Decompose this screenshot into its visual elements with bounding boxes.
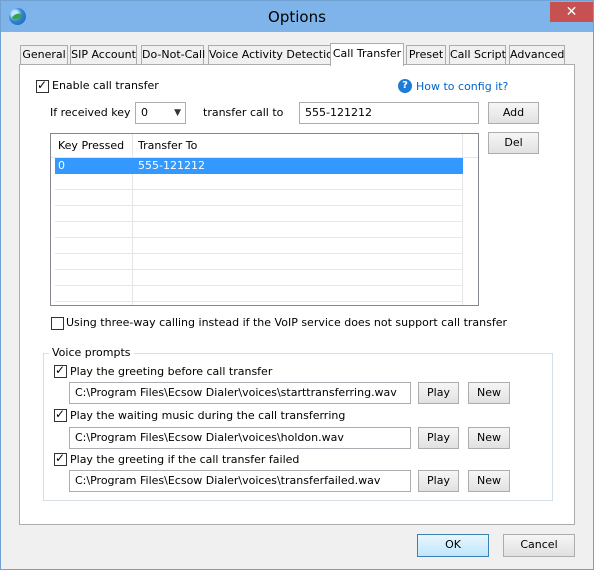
call-transfer-panel: Enable call transfer ? How to config it?…	[19, 64, 575, 525]
greeting-before-path-input[interactable]: C:\Program Files\Ecsow Dialer\voices\sta…	[69, 382, 411, 404]
greeting-before-checkbox[interactable]	[54, 363, 67, 378]
empty-row	[55, 190, 463, 206]
three-way-checkbox[interactable]	[51, 317, 64, 330]
waiting-music-checkbox[interactable]	[54, 407, 67, 422]
received-key-select[interactable]: 0 ▼	[135, 102, 186, 124]
empty-row	[55, 254, 463, 270]
play-button[interactable]: Play	[418, 382, 459, 404]
ok-button[interactable]: OK	[417, 534, 489, 557]
del-button[interactable]: Del	[488, 132, 539, 154]
transfer-failed-checkbox[interactable]	[54, 451, 67, 466]
tab-advanced[interactable]: Advanced	[509, 45, 565, 64]
row-key: 0	[58, 159, 65, 172]
tab-voice-activity-detection[interactable]: Voice Activity Detection	[208, 45, 340, 64]
options-window: Options ✕ General SIP Account Do-Not-Cal…	[0, 0, 594, 570]
waiting-music-path-input[interactable]: C:\Program Files\Ecsow Dialer\voices\hol…	[69, 427, 411, 449]
row-transfer-to: 555-121212	[138, 159, 205, 172]
empty-row	[55, 174, 463, 190]
window-title: Options	[268, 8, 326, 26]
empty-row	[55, 238, 463, 254]
transfer-failed-path-input[interactable]: C:\Program Files\Ecsow Dialer\voices\tra…	[69, 470, 411, 492]
new-button[interactable]: New	[468, 382, 510, 404]
empty-row	[55, 222, 463, 238]
close-button[interactable]: ✕	[550, 2, 593, 22]
list-header: Key Pressed Transfer To	[51, 134, 478, 158]
new-button[interactable]: New	[468, 470, 510, 492]
tab-general[interactable]: General	[20, 45, 68, 64]
waiting-music-label: Play the waiting music during the call t…	[70, 409, 346, 422]
transfer-to-input[interactable]: 555-121212	[299, 102, 479, 124]
enable-transfer-label: Enable call transfer	[52, 79, 159, 92]
add-button[interactable]: Add	[488, 102, 539, 124]
help-icon[interactable]: ?	[398, 79, 412, 93]
column-header-key-pressed[interactable]: Key Pressed	[58, 139, 124, 152]
tab-preset[interactable]: Preset	[406, 45, 446, 64]
voice-prompts-label: Voice prompts	[49, 346, 134, 359]
title-bar[interactable]: Options ✕	[1, 1, 593, 32]
how-to-config-link[interactable]: How to config it?	[416, 80, 508, 93]
table-row[interactable]: 0 555-121212	[55, 158, 463, 174]
three-way-label: Using three-way calling instead if the V…	[66, 316, 508, 329]
chevron-down-icon: ▼	[174, 108, 181, 118]
received-key-label: If received key	[50, 106, 131, 119]
transfer-list[interactable]: Key Pressed Transfer To 0 555-121212	[50, 133, 479, 306]
enable-transfer-checkbox[interactable]	[36, 78, 49, 93]
play-button[interactable]: Play	[418, 470, 459, 492]
tab-sip-account[interactable]: SIP Account	[70, 45, 137, 64]
empty-row	[55, 286, 463, 302]
play-button[interactable]: Play	[418, 427, 459, 449]
tab-call-script[interactable]: Call Script	[449, 45, 506, 64]
new-button[interactable]: New	[468, 427, 510, 449]
tab-do-not-call[interactable]: Do-Not-Call	[141, 45, 205, 64]
cancel-button[interactable]: Cancel	[503, 534, 575, 557]
transfer-to-label: transfer call to	[203, 106, 284, 119]
column-header-transfer-to[interactable]: Transfer To	[138, 139, 197, 152]
empty-row	[55, 206, 463, 222]
empty-row	[55, 270, 463, 286]
greeting-before-label: Play the greeting before call transfer	[70, 365, 273, 378]
transfer-failed-label: Play the greeting if the call transfer f…	[70, 453, 300, 466]
received-key-value: 0	[141, 106, 148, 119]
tab-call-transfer[interactable]: Call Transfer	[330, 43, 404, 66]
